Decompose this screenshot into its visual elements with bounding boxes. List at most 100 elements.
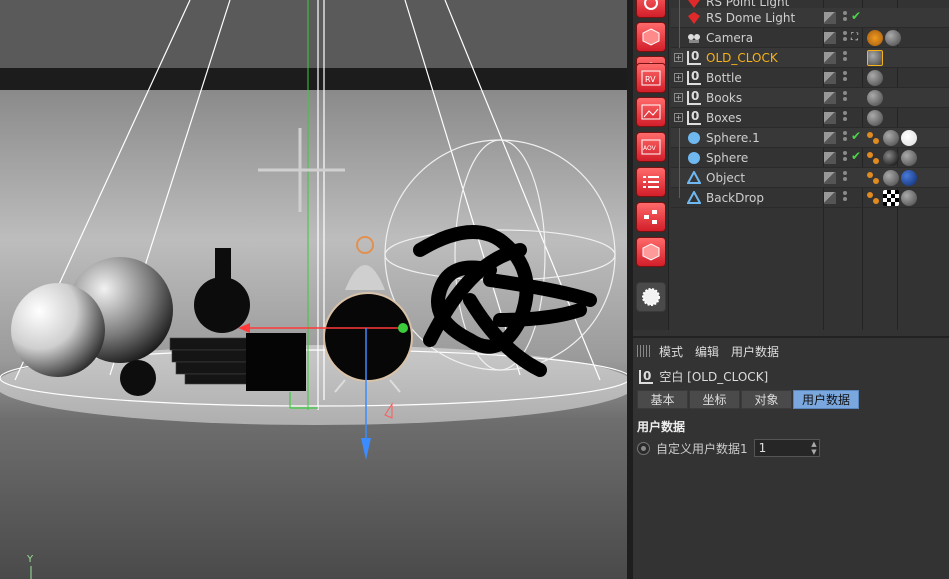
null-icon: 0: [687, 110, 701, 125]
object-title-text: 空白 [OLD_CLOCK]: [659, 370, 769, 384]
layer-flag-icon[interactable]: [824, 12, 836, 24]
light-ring-icon: [644, 0, 658, 10]
visibility-dots-icon[interactable]: [843, 191, 847, 205]
object-row[interactable]: + 0 OLD_CLOCK: [671, 48, 949, 68]
animate-radio[interactable]: [637, 441, 650, 455]
material-tag-icon[interactable]: [883, 150, 899, 166]
object-name: Sphere: [706, 151, 749, 165]
material-tag-icon[interactable]: [901, 170, 917, 186]
checker-material-icon[interactable]: [883, 190, 899, 206]
expand-icon[interactable]: +: [674, 113, 683, 122]
right-panel: RV AOV RS Point Light RS Dome Light ✔ Ca…: [633, 0, 949, 579]
visibility-dots-icon[interactable]: [843, 131, 847, 145]
visibility-dots-icon[interactable]: [843, 171, 847, 185]
object-row[interactable]: RS Dome Light ✔: [671, 8, 949, 28]
rs-proxy-button[interactable]: [636, 202, 666, 232]
object-row[interactable]: Sphere ✔: [671, 148, 949, 168]
object-name: Camera: [706, 31, 754, 45]
layer-flag-icon[interactable]: [824, 132, 836, 144]
material-tag-icon[interactable]: [883, 130, 899, 146]
visibility-dots-icon[interactable]: [843, 31, 847, 45]
null-icon: 0: [687, 90, 701, 105]
camera-icon: [688, 34, 700, 43]
enabled-check-icon[interactable]: ✔: [851, 149, 861, 163]
viewport-scene: [0, 0, 627, 579]
expand-icon[interactable]: +: [674, 53, 683, 62]
rs-picture-viewer-button[interactable]: [636, 97, 666, 127]
attributes-tabs: 基本 坐标 对象 用户数据: [637, 390, 860, 409]
visibility-dots-icon[interactable]: [843, 11, 847, 25]
material-tag-icon[interactable]: [867, 70, 883, 86]
object-manager: RS Point Light RS Dome Light ✔ Camera ⛶ …: [671, 0, 949, 330]
material-tag-icon[interactable]: [867, 110, 883, 126]
old-clock-object: [323, 236, 413, 393]
expand-icon[interactable]: +: [674, 93, 683, 102]
object-name: Boxes: [706, 111, 742, 125]
material-tag-icon[interactable]: [867, 90, 883, 106]
tab-coord[interactable]: 坐标: [689, 390, 740, 409]
enabled-check-icon[interactable]: ✔: [851, 9, 861, 23]
layer-flag-icon[interactable]: [824, 72, 836, 84]
object-row[interactable]: Sphere.1 ✔: [671, 128, 949, 148]
visibility-dots-icon[interactable]: [843, 71, 847, 85]
nodes-icon: [644, 210, 657, 224]
sphere-icon: [688, 152, 700, 164]
visibility-dots-icon[interactable]: [843, 151, 847, 165]
material-tag-icon[interactable]: [901, 190, 917, 206]
protection-tag-icon[interactable]: [867, 30, 883, 46]
target-icon[interactable]: ⛶: [851, 32, 858, 43]
object-name: Sphere.1: [706, 131, 760, 145]
material-tag-icon[interactable]: [901, 150, 917, 166]
user-data-field: 自定义用户数据1 1 ▲ ▼: [637, 438, 820, 458]
selection-tag-icon[interactable]: [867, 50, 883, 66]
object-row[interactable]: Camera ⛶: [671, 28, 949, 48]
menu-edit[interactable]: 编辑: [695, 343, 719, 360]
rs-material-button[interactable]: [636, 237, 666, 267]
layer-flag-icon[interactable]: [824, 52, 836, 64]
svg-text:RV: RV: [645, 75, 656, 84]
svg-text:AOV: AOV: [643, 145, 657, 152]
object-name: RS Dome Light: [706, 11, 796, 25]
tab-object[interactable]: 对象: [741, 390, 792, 409]
rs-light-tool-button[interactable]: [636, 0, 666, 18]
visibility-dots-icon[interactable]: [843, 111, 847, 125]
tab-basic[interactable]: 基本: [637, 390, 688, 409]
image-icon: [641, 104, 661, 120]
material-tag-icon[interactable]: [885, 30, 901, 46]
spinner-arrows-icon[interactable]: ▲ ▼: [811, 440, 816, 456]
object-row[interactable]: BackDrop: [671, 188, 949, 208]
object-row[interactable]: + 0 Bottle: [671, 68, 949, 88]
rs-cube-tool-button[interactable]: [636, 22, 666, 52]
redshift-toolbar: RV AOV: [633, 0, 669, 330]
menu-user-data[interactable]: 用户数据: [731, 343, 779, 360]
rs-render-settings-button[interactable]: [636, 167, 666, 197]
tab-user-data[interactable]: 用户数据: [793, 390, 860, 409]
layer-flag-icon[interactable]: [824, 152, 836, 164]
material-tag-icon[interactable]: [883, 170, 899, 186]
visibility-dots-icon[interactable]: [843, 91, 847, 105]
expand-icon[interactable]: +: [674, 73, 683, 82]
gear-burst-icon: [642, 288, 660, 306]
user-data-number-input[interactable]: 1 ▲ ▼: [753, 439, 820, 457]
grip-icon[interactable]: [637, 345, 651, 357]
layer-flag-icon[interactable]: [824, 92, 836, 104]
sphere-icon: [688, 132, 700, 144]
object-row[interactable]: + 0 Books: [671, 88, 949, 108]
menu-mode[interactable]: 模式: [659, 343, 683, 360]
rs-aov-button[interactable]: AOV: [636, 132, 666, 162]
object-row[interactable]: Object: [671, 168, 949, 188]
layer-flag-icon[interactable]: [824, 32, 836, 44]
phong-tag-icon: [867, 152, 879, 164]
layer-flag-icon[interactable]: [824, 112, 836, 124]
visibility-dots-icon[interactable]: [843, 51, 847, 65]
rs-environment-button[interactable]: [636, 282, 666, 312]
object-row[interactable]: + 0 Boxes: [671, 108, 949, 128]
layer-flag-icon[interactable]: [824, 172, 836, 184]
polygon-icon: [687, 191, 701, 204]
rs-render-view-button[interactable]: RV: [636, 63, 666, 93]
enabled-check-icon[interactable]: ✔: [851, 129, 861, 143]
light-gizmo: [258, 128, 345, 212]
layer-flag-icon[interactable]: [824, 192, 836, 204]
3d-viewport[interactable]: Y: [0, 0, 627, 579]
material-tag-icon[interactable]: [901, 130, 917, 146]
